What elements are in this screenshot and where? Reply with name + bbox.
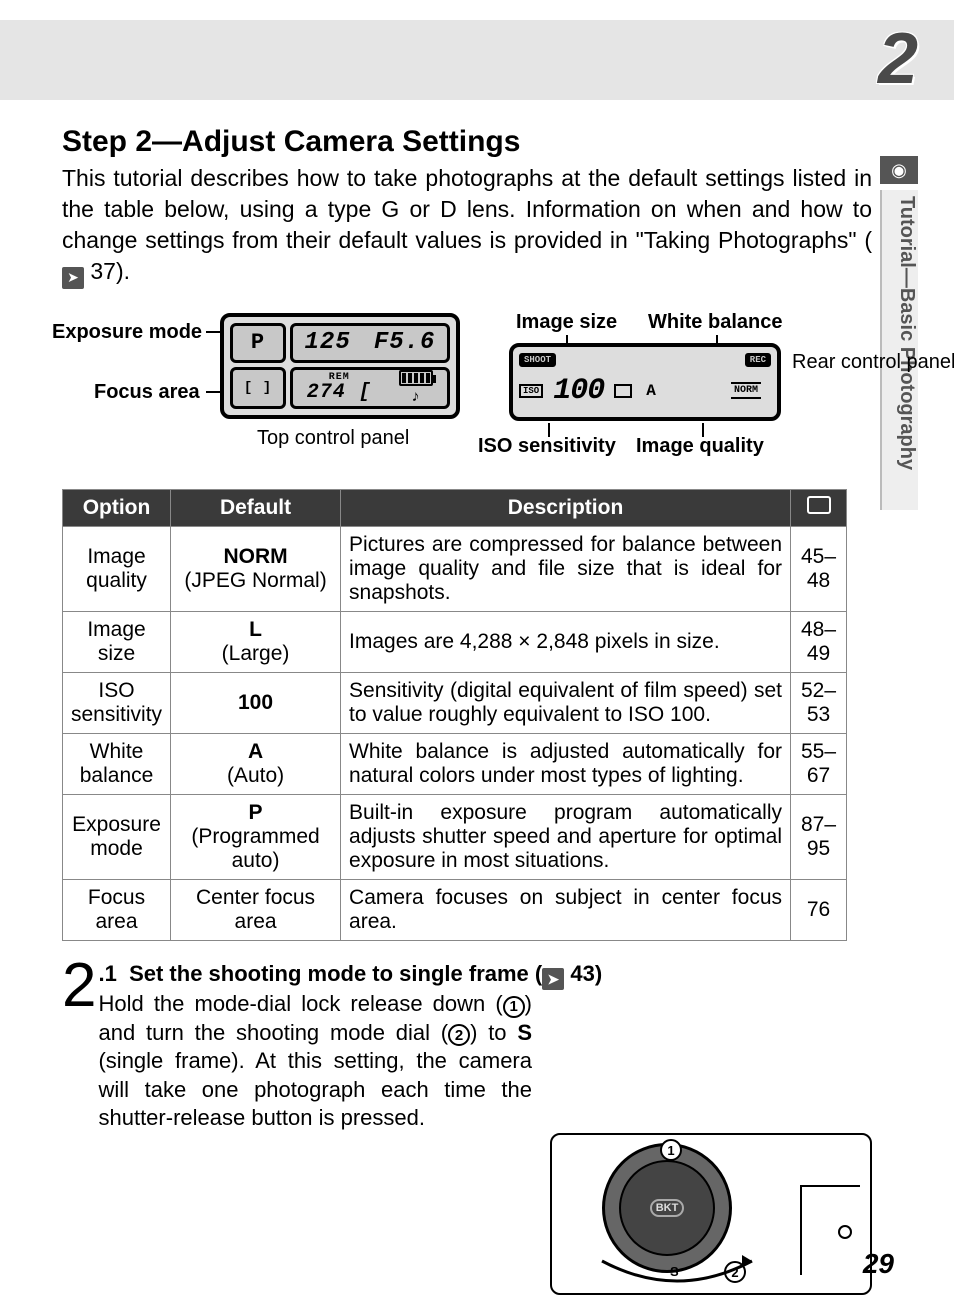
cell-description: Sensitivity (digital equivalent of film … [341,672,791,733]
iso-value: 100 [553,374,604,408]
intro-end: ). [116,258,130,284]
table-row: FocusareaCenter focus areaCamera focuses… [63,879,847,940]
label-rear-panel: Rear control panel [792,351,954,373]
cell-page: 52–53 [791,672,847,733]
page-ref-icon: ➤ [62,267,84,289]
step-title: .1 Set the shooting mode to single frame… [98,961,872,991]
rem-value: 274 [ [307,383,372,403]
table-row: WhitebalanceA(Auto)White balance is adju… [63,733,847,794]
panel-exposure-P: P [230,323,286,363]
page-heading: Step 2—Adjust Camera Settings [62,125,872,159]
th-option: Option [63,489,171,526]
step-body: Hold the mode-dial lock release down (1)… [98,990,872,1133]
table-row: ImagequalityNORM(JPEG Normal)Pictures ar… [63,526,847,611]
cell-page: 55–67 [791,733,847,794]
cell-default: L(Large) [171,611,341,672]
label-focus-area: Focus area [94,381,200,404]
panel-remaining: REM 274 [ ♪ [290,367,450,409]
intro-ref-num: 37 [90,258,116,284]
badge-shoot: SHOOT [519,353,556,367]
iso-label: ISO [519,384,543,398]
camera-icon: ◉ [880,156,918,184]
cell-description: White balance is adjusted automatically … [341,733,791,794]
cell-option: Focusarea [63,879,171,940]
table-row: ISOsensitivity100Sensitivity (digital eq… [63,672,847,733]
side-tab: ◉ Tutorial—Basic Photography [880,110,918,510]
rear-control-panel: SHOOT REC ISO 100 A NORM [509,343,781,421]
page-ref-icon: ➤ [542,968,564,990]
cell-default: A(Auto) [171,733,341,794]
big-step-number: 2 [62,961,96,1133]
label-iso-sensitivity: ISO sensitivity [478,435,616,458]
top-control-panel: P 125 F5.6 [ ] REM 274 [ ♪ [220,313,460,419]
label-white-balance: White balance [648,311,782,334]
panel-shutter-aperture: 125 F5.6 [290,323,450,363]
panel-focus-area: [ ] [230,367,286,409]
mode-dial-diagram: BKT 1 2 S [550,1133,872,1295]
cell-page: 45–48 [791,526,847,611]
step-2-1: 2 .1 Set the shooting mode to single fra… [62,961,872,1133]
th-page-icon [791,489,847,526]
table-row: ExposuremodeP(Programmed auto)Built-in e… [63,794,847,879]
th-description: Description [341,489,791,526]
cell-description: Built-in exposure program automatically … [341,794,791,879]
label-image-quality: Image quality [636,435,764,458]
cell-description: Pictures are compressed for balance betw… [341,526,791,611]
circled-2: 2 [448,1024,470,1046]
cell-description: Camera focuses on subject in center focu… [341,879,791,940]
cell-page: 87–95 [791,794,847,879]
top-banner [0,20,954,100]
cell-default: Center focus area [171,879,341,940]
cell-page: 76 [791,879,847,940]
label-top-control-panel: Top control panel [257,427,409,450]
th-default: Default [171,489,341,526]
page-number: 29 [863,1248,894,1280]
badge-rec: REC [745,353,771,367]
cell-default: P(Programmed auto) [171,794,341,879]
wb-A: A [646,382,656,400]
table-row: ImagesizeL(Large)Images are 4,288 × 2,84… [63,611,847,672]
dial-marker-1: 1 [660,1139,682,1161]
intro-body: This tutorial describes how to take phot… [62,165,872,253]
settings-table: Option Default Description ImagequalityN… [62,489,847,941]
cell-option: ISOsensitivity [63,672,171,733]
cell-description: Images are 4,288 × 2,848 pixels in size. [341,611,791,672]
cell-option: Exposuremode [63,794,171,879]
cell-page: 48–49 [791,611,847,672]
quality-norm: NORM [731,382,761,399]
label-exposure-mode: Exposure mode [52,321,202,344]
control-panel-diagram: Exposure mode Focus area P 125 F5.6 [ ] … [62,307,862,477]
cell-option: Imagequality [63,526,171,611]
circled-1: 1 [503,996,525,1018]
label-image-size: Image size [516,311,617,334]
chapter-number: 2 [878,18,918,100]
cell-option: Imagesize [63,611,171,672]
size-L-icon [614,384,632,398]
cell-default: NORM(JPEG Normal) [171,526,341,611]
cell-option: Whitebalance [63,733,171,794]
cell-default: 100 [171,672,341,733]
intro-text: This tutorial describes how to take phot… [62,163,872,289]
